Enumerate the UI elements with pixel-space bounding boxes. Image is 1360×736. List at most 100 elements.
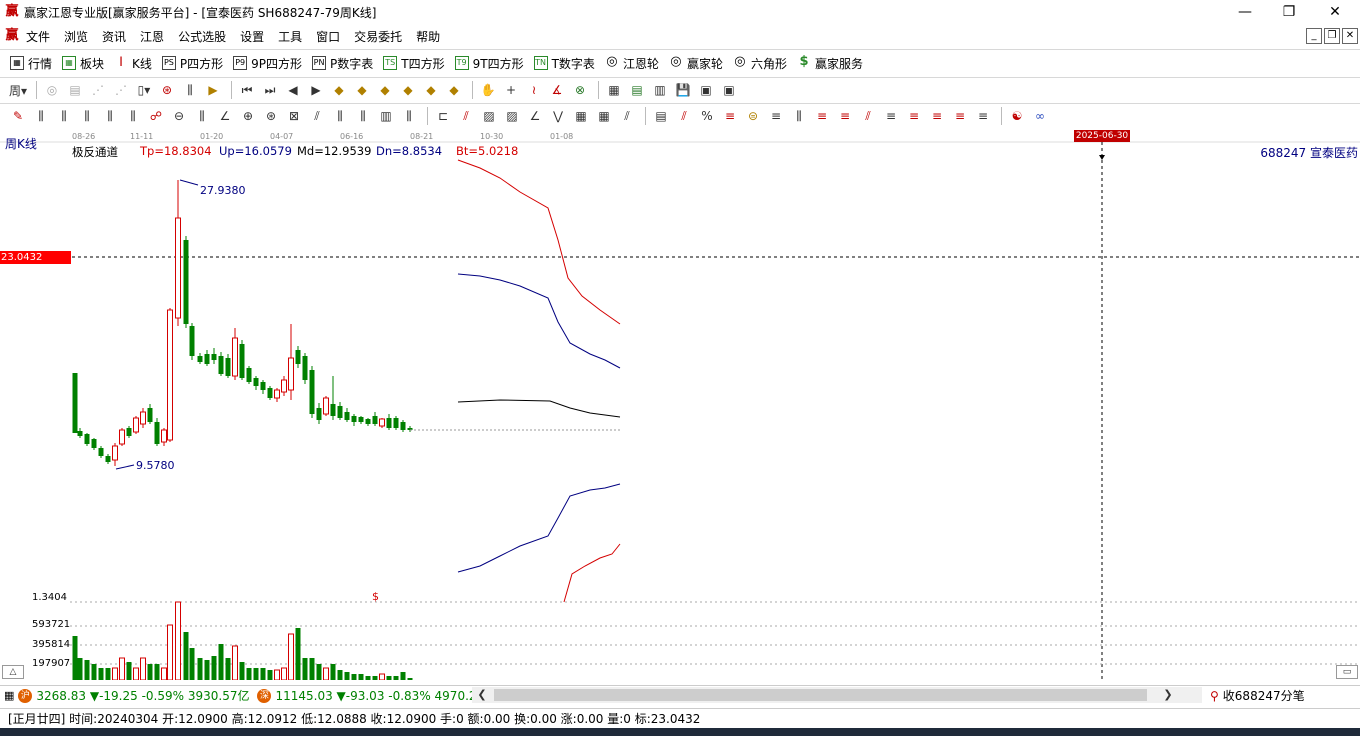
tool-icon-1[interactable]: ◎ [42,80,62,100]
draw-tool-15[interactable]: ⫼ [353,106,373,126]
chart-area[interactable]: 08-26 11-11 01-20 04-07 06-16 08-21 10-30 01-08… [0,128,1360,680]
draw-tool-35[interactable]: ⫽ [858,106,878,126]
tick-button[interactable]: ⚲ 收688247分笔 [1210,687,1305,704]
wave-icon[interactable]: ≀ [524,80,544,100]
draw-tool-33[interactable]: ≡ [812,106,832,126]
draw-tool-6[interactable]: ☍ [146,106,166,126]
first-icon[interactable]: ⏮ [237,80,257,100]
draw-tool-14[interactable]: ⫼ [330,106,350,126]
scroll-left-button[interactable]: ❮ [474,687,490,703]
draw-tool-7[interactable]: ⊖ [169,106,189,126]
menu-window[interactable]: 窗口 [316,28,340,45]
draw-tool-20[interactable]: ▨ [479,106,499,126]
pen-icon[interactable]: ✎ [8,106,28,126]
yinyang-icon[interactable]: ☯ [1007,106,1027,126]
draw-tool-38[interactable]: ≡ [927,106,947,126]
draw-tool-25[interactable]: ▦ [594,106,614,126]
draw-tool-9[interactable]: ∠ [215,106,235,126]
gann-wheel-button[interactable]: ◎ 江恩轮 [604,55,659,72]
draw-tool-12[interactable]: ⊠ [284,106,304,126]
quote-button[interactable]: ▦ 行情 [10,55,52,72]
draw-tool-1[interactable]: ⫼ [31,106,51,126]
tool-icon-3[interactable]: ⋰ [88,80,108,100]
draw-tool-37[interactable]: ≡ [904,106,924,126]
draw-tool-3[interactable]: ⫼ [77,106,97,126]
table-icon[interactable]: ▥ [650,80,670,100]
winner-service-button[interactable]: $ 赢家服务 [796,55,863,72]
last-icon[interactable]: ⏭ [260,80,280,100]
menu-file[interactable]: 文件 [26,28,50,45]
draw-tool-32[interactable]: ⫼ [789,106,809,126]
infinity-icon[interactable]: ∞ [1030,106,1050,126]
mdi-restore-button[interactable]: ❐ [1324,28,1340,44]
menu-help[interactable]: 帮助 [416,28,440,45]
diamond-icon-4[interactable]: ◆ [398,80,418,100]
grid-toggle-icon[interactable]: ▦ [4,689,14,702]
calc-icon[interactable]: ▤ [627,80,647,100]
diamond-icon-5[interactable]: ◆ [421,80,441,100]
draw-tool-39[interactable]: ≡ [950,106,970,126]
winner-wheel-button[interactable]: ◎ 赢家轮 [668,55,723,72]
sz-index-text[interactable]: 11145.03 ▼-93.03 -0.83% 4970.20 [275,689,484,703]
angle-icon[interactable]: ∡ [547,80,567,100]
diamond-icon-3[interactable]: ◆ [375,80,395,100]
draw-tool-40[interactable]: ≡ [973,106,993,126]
draw-tool-5[interactable]: ⫼ [123,106,143,126]
draw-tool-8[interactable]: ⫼ [192,106,212,126]
scroll-down-button[interactable]: ▭ [1336,665,1358,679]
hexagon-button[interactable]: ◎ 六角形 [732,55,787,72]
draw-tool-18[interactable]: ⊏ [433,106,453,126]
sector-button[interactable]: ▦ 板块 [62,55,104,72]
draw-tool-23[interactable]: ⋁ [548,106,568,126]
draw-tool-13[interactable]: ⫽ [307,106,327,126]
menu-gann[interactable]: 江恩 [140,28,164,45]
draw-tool-36[interactable]: ≡ [881,106,901,126]
export-icon[interactable]: ▣ [719,80,739,100]
9t-square-button[interactable]: T9 9T四方形 [454,55,524,72]
t-square-button[interactable]: TS T四方形 [383,55,445,72]
percent-icon[interactable]: % [697,106,717,126]
gann-icon[interactable]: ⊗ [570,80,590,100]
draw-tool-26[interactable]: ⫽ [617,106,637,126]
save-icon[interactable]: 💾 [673,80,693,100]
print-icon[interactable]: ▣ [696,80,716,100]
kline-button[interactable]: ┃ K线 [114,55,152,72]
menu-info[interactable]: 资讯 [102,28,126,45]
draw-tool-22[interactable]: ∠ [525,106,545,126]
draw-tool-34[interactable]: ≡ [835,106,855,126]
calendar-icon[interactable]: ▦ [604,80,624,100]
draw-tool-2[interactable]: ⫼ [54,106,74,126]
t-number-table-button[interactable]: TN T数字表 [533,55,595,72]
draw-tool-31[interactable]: ≡ [766,106,786,126]
sh-index-text[interactable]: 3268.83 ▼-19.25 -0.59% 3930.57亿 [36,687,249,704]
draw-tool-21[interactable]: ▨ [502,106,522,126]
prev-icon[interactable]: ◀ [283,80,303,100]
draw-tool-16[interactable]: ▥ [376,106,396,126]
draw-tool-29[interactable]: ≡ [720,106,740,126]
diamond-icon-1[interactable]: ◆ [329,80,349,100]
crosshair-icon[interactable]: + [501,80,521,100]
menu-settings[interactable]: 设置 [240,28,264,45]
draw-tool-11[interactable]: ⊛ [261,106,281,126]
draw-tool-27[interactable]: ▤ [651,106,671,126]
draw-tool-30[interactable]: ⊜ [743,106,763,126]
tool-icon-4[interactable]: ⋰ [111,80,131,100]
scroll-right-button[interactable]: ❯ [1160,687,1176,703]
chart-scrollbar[interactable]: ❮ ❯ [472,687,1202,703]
close-button[interactable]: ✕ [1312,0,1358,24]
next-icon[interactable]: ▶ [306,80,326,100]
draw-tool-4[interactable]: ⫼ [100,106,120,126]
draw-tool-24[interactable]: ▦ [571,106,591,126]
tool-icon-2[interactable]: ▤ [65,80,85,100]
scrollbar-thumb[interactable] [494,689,1147,701]
candle-style-icon[interactable]: ▯▾ [134,80,154,100]
kline-chart[interactable]: 08-26 11-11 01-20 04-07 06-16 08-21 10-30 01-08… [0,128,1360,680]
draw-tool-28[interactable]: ⫽ [674,106,694,126]
restore-button[interactable]: ❐ [1266,0,1312,24]
menu-formula[interactable]: 公式选股 [178,28,226,45]
draw-tool-10[interactable]: ⊕ [238,106,258,126]
9p-square-button[interactable]: P9 9P四方形 [233,55,302,72]
diamond-icon-6[interactable]: ◆ [444,80,464,100]
mdi-minimize-button[interactable]: _ [1306,28,1322,44]
pattern-icon[interactable]: ⊛ [157,80,177,100]
